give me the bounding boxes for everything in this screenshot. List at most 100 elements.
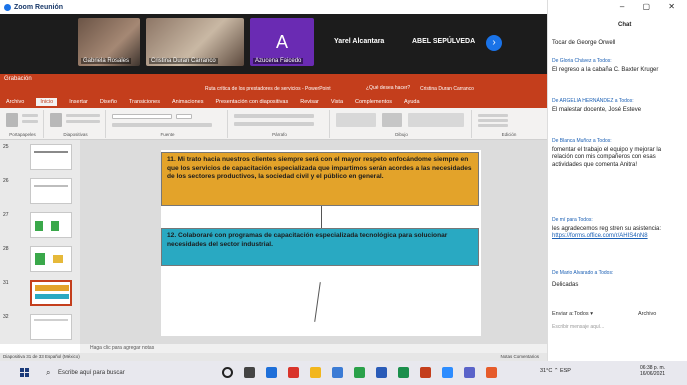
tab-help[interactable]: Ayuda (404, 99, 420, 105)
copy-icon[interactable] (22, 120, 38, 123)
tab-design[interactable]: Diseño (100, 99, 117, 105)
user-name: Cristina Duran Carranco (420, 86, 474, 92)
slide-number: 32 (3, 314, 9, 320)
tab-transitions[interactable]: Transiciones (129, 99, 160, 105)
select-icon[interactable] (478, 124, 508, 127)
font-size-field[interactable] (176, 114, 192, 119)
statement-box-12[interactable]: 12. Colaboraré con programas de capacita… (161, 228, 479, 266)
video-tile[interactable]: A Azucena Faicedo (250, 18, 314, 66)
word-icon[interactable] (376, 367, 387, 378)
recipient-dropdown[interactable]: Todos ▾ (574, 311, 593, 317)
slide-thumbnail[interactable] (30, 144, 72, 170)
ribbon-tabs: Archivo Inicio Insertar Diseño Transicio… (0, 96, 547, 108)
chat-input[interactable]: Escribir mensaje aquí... (552, 324, 682, 330)
ribbon-group-clipboard: Portapapeles (2, 110, 44, 138)
video-tile[interactable]: Gabriela Rosales (78, 18, 140, 66)
slide-number: 27 (3, 212, 9, 218)
ribbon-group-font: Fuente (108, 110, 228, 138)
participant-name: Cristina Duran Carranco (149, 58, 218, 64)
edge-icon[interactable] (266, 367, 277, 378)
slide-thumbnail[interactable] (30, 246, 72, 272)
task-view-icon[interactable] (244, 367, 255, 378)
chat-message: fomentar el trabajo el equipo y mejorar … (552, 147, 662, 168)
slide-thumbnail-selected[interactable] (30, 280, 72, 306)
tab-view[interactable]: Vista (331, 99, 343, 105)
tab-slideshow[interactable]: Presentación con diapositivas (215, 99, 288, 105)
pen-stroke (314, 282, 321, 322)
participant-name: ABEL SEPÚLVEDA (412, 38, 476, 45)
ribbon: Portapapeles Diapositivas Fuente Párrafo… (0, 108, 547, 140)
taskbar: ⌕ Escribe aquí para buscar 31°C ⌃ ESP 06… (0, 361, 687, 385)
ribbon-group-label: Dibujo (395, 132, 408, 137)
tab-addins[interactable]: Complementos (355, 99, 392, 105)
search-placeholder: Escribe aquí para buscar (58, 370, 125, 376)
ribbon-group-paragraph: Párrafo (230, 110, 330, 138)
reset-icon[interactable] (66, 120, 100, 123)
form-link[interactable]: https://forms.office.com/r/AHIS4nN8 (552, 233, 648, 239)
font-format-buttons[interactable] (112, 123, 212, 127)
teams-icon[interactable] (464, 367, 475, 378)
pen-stroke (321, 206, 322, 228)
ribbon-group-editing: Edición (474, 110, 544, 138)
font-name-field[interactable] (112, 114, 172, 119)
ribbon-group-label: Fuente (160, 132, 175, 137)
slide-thumbnail[interactable] (30, 212, 72, 238)
tab-animations[interactable]: Animaciones (172, 99, 204, 105)
chat-message: El regreso a la cabaña C. Baxter Kruger (552, 67, 659, 73)
ribbon-group-label: Portapapeles (9, 132, 36, 137)
powerpoint-icon[interactable] (420, 367, 431, 378)
excel-icon[interactable] (398, 367, 409, 378)
chat-message: les agradecemos reg stren su asistencia:… (552, 226, 680, 241)
status-bar: Diapositiva 31 de 33 Español (México) No… (0, 353, 547, 361)
tab-home[interactable]: Inicio (36, 98, 58, 106)
current-slide[interactable]: 11. Mi trato hacia nuestros clientes sie… (161, 150, 481, 336)
view-controls[interactable]: Notas Comentarios (500, 353, 539, 361)
screen: Zoom Reunión Gabriela Rosales Cristina D… (0, 0, 687, 385)
find-icon[interactable] (478, 114, 508, 117)
file-button[interactable]: Archivo (638, 311, 656, 317)
ribbon-group-label: Edición (501, 132, 517, 137)
document-title: Ruta crítica de los prestadores de servi… (205, 86, 331, 92)
layout-icon[interactable] (66, 114, 100, 117)
clock[interactable]: 06:38 p. m. 16/06/2021 (640, 365, 665, 377)
taskbar-search[interactable]: ⌕ Escribe aquí para buscar (44, 366, 164, 380)
zoom-icon[interactable] (442, 367, 453, 378)
slide-thumbnail[interactable] (30, 178, 72, 204)
folder-icon[interactable] (310, 367, 321, 378)
slide-number: 31 (3, 280, 9, 286)
list-buttons[interactable] (234, 114, 314, 118)
avatar-initial: A (275, 31, 288, 52)
notes-pane[interactable]: Haga clic para agregar notas (80, 344, 547, 353)
tab-file[interactable]: Archivo (6, 99, 24, 105)
ribbon-group-drawing: Dibujo (332, 110, 472, 138)
video-tile[interactable]: Cristina Duran Carranco (146, 18, 244, 66)
arrange-icon[interactable] (382, 113, 402, 127)
tab-insert[interactable]: Insertar (69, 99, 88, 105)
chat-sender: De Mario Alvarado a Todos: (552, 270, 614, 276)
shapes-gallery[interactable] (336, 113, 376, 127)
chat-message: Delicadas (552, 282, 579, 288)
pdf-icon[interactable] (288, 367, 299, 378)
tell-me-search[interactable]: ¿Qué desea hacer? (366, 85, 410, 91)
windows-start-icon[interactable] (20, 368, 29, 377)
window-controls[interactable]: – ▢ ✕ (620, 2, 683, 11)
participant-name: Yarel Alcantara (334, 38, 385, 45)
chrome-icon[interactable] (354, 367, 365, 378)
next-page-icon[interactable]: › (486, 35, 502, 51)
replace-icon[interactable] (478, 119, 508, 122)
tab-review[interactable]: Revisar (300, 99, 319, 105)
ribbon-group-label: Párrafo (272, 132, 287, 137)
app-icon[interactable] (486, 367, 497, 378)
participant-name: Gabriela Rosales (81, 58, 132, 64)
slide-number: 28 (3, 246, 9, 252)
quick-styles-icon[interactable] (408, 113, 464, 127)
align-buttons[interactable] (234, 122, 314, 126)
cut-icon[interactable] (22, 114, 38, 117)
system-tray[interactable]: 31°C ⌃ ESP (540, 368, 571, 374)
store-icon[interactable] (332, 367, 343, 378)
cortana-icon[interactable] (222, 367, 233, 378)
statement-box-11[interactable]: 11. Mi trato hacia nuestros clientes sie… (161, 152, 479, 206)
new-slide-icon[interactable] (50, 113, 62, 127)
slide-thumbnail[interactable] (30, 314, 72, 340)
paste-icon[interactable] (6, 113, 18, 127)
